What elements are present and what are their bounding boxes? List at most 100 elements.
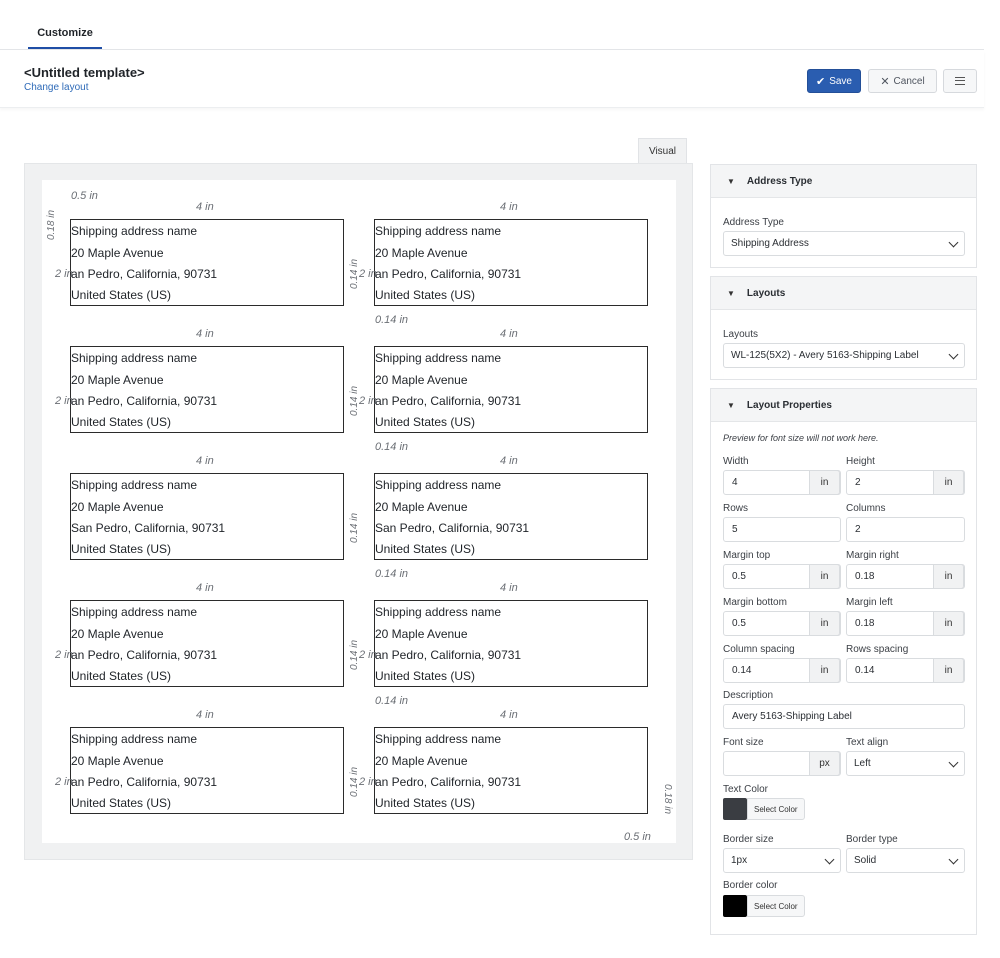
select-value: Solid	[854, 855, 877, 866]
text-color-swatch[interactable]	[723, 798, 747, 820]
column-spacing-input[interactable]: 0.14 in	[723, 658, 841, 683]
address-label[interactable]: Shipping address name 20 Maple Avenue an…	[374, 600, 648, 687]
text-align-label: Text align	[846, 737, 889, 748]
margin-left-label: Margin left	[846, 597, 893, 608]
width-dim: 4 in	[500, 709, 518, 721]
address-type-label: Address Type	[723, 217, 784, 228]
save-button[interactable]: ✔ Save	[807, 69, 861, 93]
label-country: United States (US)	[375, 796, 476, 810]
label-street: 20 Maple Avenue	[71, 627, 164, 641]
row-spacing-dim: 0.14 in	[375, 695, 409, 707]
page-header: <Untitled template> Change layout ✔ Save…	[0, 51, 984, 108]
unit-addon: in	[933, 470, 964, 495]
width-label: Width	[723, 456, 749, 467]
input-value: 4	[732, 477, 738, 488]
margin-top-input[interactable]: 0.5 in	[723, 564, 841, 589]
check-icon: ✔	[815, 75, 826, 88]
rows-spacing-input[interactable]: 0.14 in	[846, 658, 965, 683]
chevron-down-icon	[948, 349, 959, 360]
font-size-label: Font size	[723, 737, 764, 748]
label-street: 20 Maple Avenue	[375, 373, 468, 387]
text-align-select[interactable]: Left	[846, 751, 965, 776]
height-dim: 2 in	[359, 395, 377, 407]
label-city: an Pedro, California, 90731	[375, 267, 522, 281]
margin-bottom-input[interactable]: 0.5 in	[723, 611, 841, 636]
margin-left-input[interactable]: 0.18 in	[846, 611, 965, 636]
description-input[interactable]: Avery 5163-Shipping Label	[723, 704, 965, 729]
width-dim: 4 in	[196, 582, 214, 594]
select-color-button[interactable]: Select Color	[747, 895, 805, 917]
address-label[interactable]: Shipping address name 20 Maple Avenue an…	[374, 727, 648, 814]
unit-addon: in	[933, 611, 964, 636]
address-label[interactable]: Shipping address name 20 Maple Avenue an…	[374, 219, 648, 306]
label-city: San Pedro, California, 90731	[375, 521, 530, 535]
margin-right-input[interactable]: 0.18 in	[846, 564, 965, 589]
text-color-picker[interactable]: Select Color	[723, 798, 805, 820]
width-dim: 4 in	[500, 582, 518, 594]
input-value: 0.5	[732, 571, 746, 582]
border-size-select[interactable]: 1px	[723, 848, 841, 873]
cancel-button[interactable]: ✕ Cancel	[868, 69, 937, 93]
row-spacing-dim: 0.14 in	[375, 314, 409, 326]
border-color-swatch[interactable]	[723, 895, 747, 917]
label-name: Shipping address name	[375, 351, 502, 365]
column-spacing-dim: 0.14 in	[349, 385, 360, 416]
tab-customize[interactable]: Customize	[28, 27, 102, 49]
address-type-header[interactable]: ▼ Address Type	[711, 165, 976, 198]
label-country: United States (US)	[375, 669, 476, 683]
margin-top-label: Margin top	[723, 550, 771, 561]
border-color-label: Border color	[723, 880, 778, 891]
height-input[interactable]: 2 in	[846, 470, 965, 495]
address-label[interactable]: Shipping address name 20 Maple Avenue an…	[70, 346, 344, 433]
page-title: <Untitled template>	[24, 65, 145, 80]
hamburger-icon	[955, 77, 965, 85]
unit-addon: in	[933, 564, 964, 589]
address-type-panel: ▼ Address Type Address Type Shipping Add…	[710, 164, 977, 268]
chevron-down-icon	[948, 237, 959, 248]
label-name: Shipping address name	[71, 732, 198, 746]
height-dim: 2 in	[359, 776, 377, 788]
cancel-label: Cancel	[893, 75, 925, 87]
panel-title: Address Type	[746, 175, 813, 187]
change-layout-link[interactable]: Change layout	[24, 82, 89, 93]
label-country: United States (US)	[71, 415, 172, 429]
label-country: United States (US)	[375, 288, 476, 302]
address-label[interactable]: Shipping address name 20 Maple Avenue an…	[70, 219, 344, 306]
width-dim: 4 in	[196, 328, 214, 340]
label-country: United States (US)	[71, 542, 172, 556]
width-input[interactable]: 4 in	[723, 470, 841, 495]
address-label[interactable]: Shipping address name 20 Maple Avenue Sa…	[70, 473, 344, 560]
select-color-button[interactable]: Select Color	[747, 798, 805, 820]
border-color-picker[interactable]: Select Color	[723, 895, 805, 917]
columns-label: Columns	[846, 503, 886, 514]
address-label[interactable]: Shipping address name 20 Maple Avenue Sa…	[374, 473, 648, 560]
save-label: Save	[829, 75, 852, 87]
layouts-label: Layouts	[723, 329, 759, 340]
address-label[interactable]: Shipping address name 20 Maple Avenue an…	[374, 346, 648, 433]
label-sheet: 0.5 in 0.18 in 4 in Shipping address name …	[42, 180, 676, 843]
label-name: Shipping address name	[71, 224, 198, 238]
address-type-select[interactable]: Shipping Address	[723, 231, 965, 256]
width-dim: 4 in	[196, 709, 214, 721]
panel-title: Layouts	[746, 287, 786, 299]
layout-properties-panel: ▼ Layout Properties Preview for font siz…	[710, 388, 977, 935]
rows-input[interactable]: 5	[723, 517, 841, 542]
input-value: 0.18	[855, 618, 875, 629]
layouts-header[interactable]: ▼ Layouts	[711, 277, 976, 310]
input-value: 5	[732, 524, 738, 535]
unit-addon: px	[809, 751, 840, 776]
menu-button[interactable]	[943, 69, 977, 93]
border-type-select[interactable]: Solid	[846, 848, 965, 873]
tab-visual[interactable]: Visual	[638, 138, 687, 164]
columns-input[interactable]: 2	[846, 517, 965, 542]
margin-right-label: Margin right	[846, 550, 899, 561]
margin-top-dim: 0.5 in	[71, 190, 98, 202]
column-spacing-label: Column spacing	[723, 644, 795, 655]
layouts-select[interactable]: WL-125(5X2) - Avery 5163-Shipping Label	[723, 343, 965, 368]
unit-addon: in	[809, 658, 840, 683]
address-label[interactable]: Shipping address name 20 Maple Avenue an…	[70, 727, 344, 814]
address-label[interactable]: Shipping address name 20 Maple Avenue an…	[70, 600, 344, 687]
font-size-input[interactable]: px	[723, 751, 841, 776]
layout-properties-header[interactable]: ▼ Layout Properties	[711, 389, 976, 422]
column-spacing-dim: 0.14 in	[349, 639, 360, 670]
